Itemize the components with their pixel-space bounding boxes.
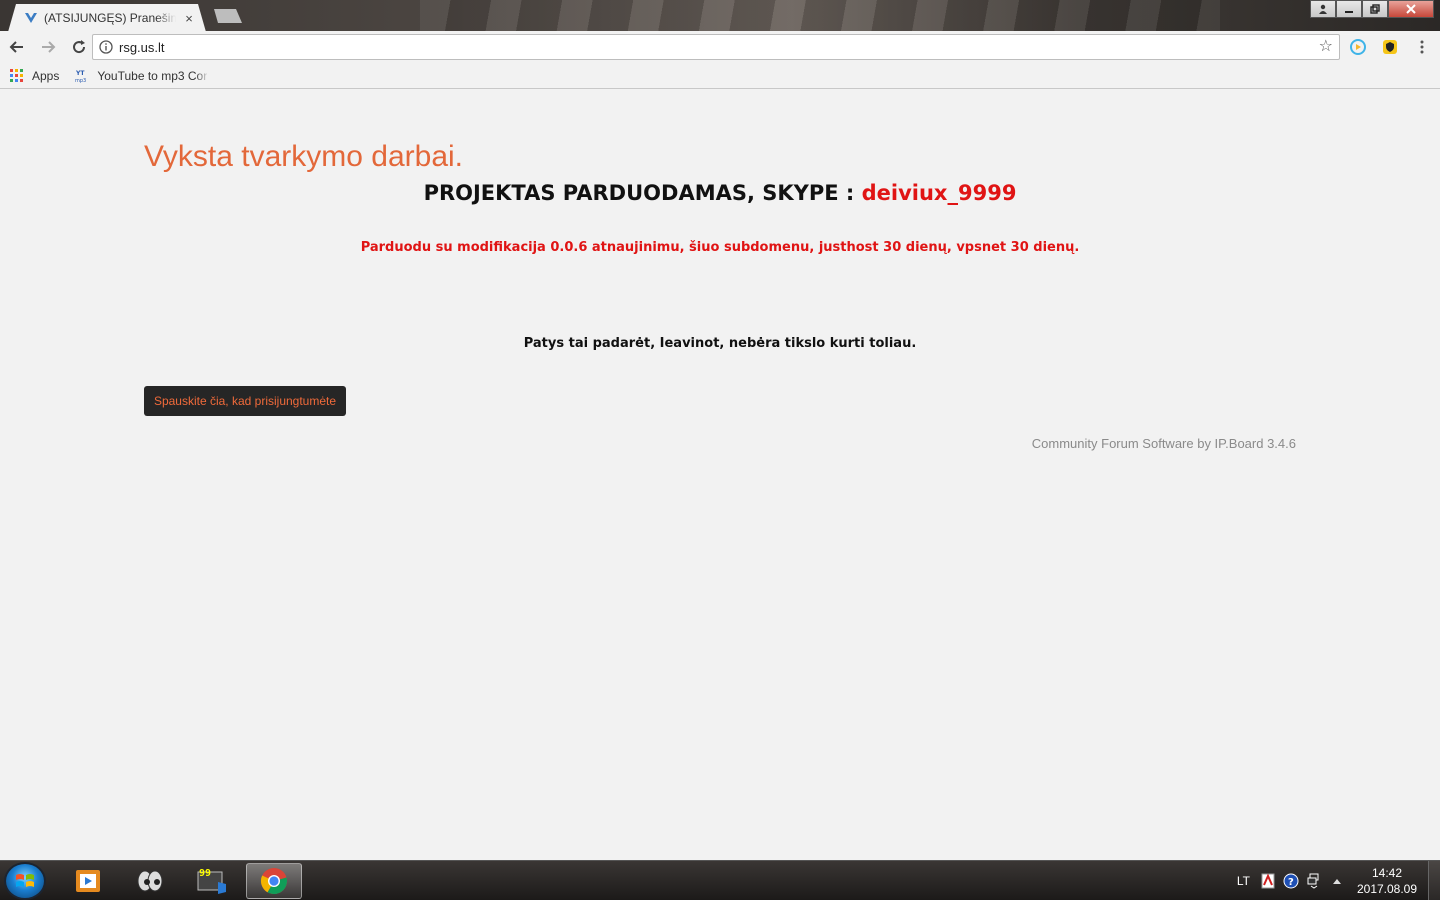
- chrome-icon: [260, 868, 287, 895]
- back-button[interactable]: [3, 33, 31, 61]
- svg-text:YT: YT: [75, 70, 85, 77]
- browser-toolbar: rsg.us.lt ☆: [0, 31, 1440, 63]
- project-for-sale-line: PROJEKTAS PARDUODAMAS, SKYPE : deiviux_9…: [0, 181, 1440, 205]
- windows-taskbar: 99 LT ? 14:42 2017.08.09: [0, 860, 1440, 900]
- taskbar-chrome[interactable]: [246, 863, 302, 899]
- window-controls: [1310, 0, 1434, 18]
- close-window-icon[interactable]: [1388, 0, 1434, 18]
- new-tab-button[interactable]: [214, 9, 242, 23]
- extension-shield-icon[interactable]: [1380, 37, 1400, 57]
- reload-button[interactable]: [65, 33, 93, 61]
- windows-logo-icon: [16, 874, 34, 887]
- bookmark-youtube-mp3[interactable]: YT mp3 YouTube to mp3 Cor: [75, 69, 209, 83]
- extension-play-icon[interactable]: [1348, 37, 1368, 57]
- svg-text:mp3: mp3: [75, 78, 86, 83]
- media-player-icon: [76, 870, 100, 892]
- clock-date: 2017.08.09: [1356, 882, 1418, 896]
- help-tray-icon[interactable]: ?: [1283, 873, 1299, 889]
- url-text[interactable]: rsg.us.lt: [119, 40, 165, 55]
- project-for-sale-text: PROJEKTAS PARDUODAMAS, SKYPE :: [423, 181, 862, 205]
- bookmarks-bar: Apps YT mp3 YouTube to mp3 Cor: [0, 63, 1440, 89]
- restore-icon[interactable]: [1362, 0, 1388, 18]
- bookmark-youtube-mp3-label: YouTube to mp3 Cor: [97, 68, 208, 83]
- yt-mp3-icon: YT mp3: [75, 69, 89, 83]
- skype-name: deiviux_9999: [861, 181, 1017, 205]
- taskbar-app-eyes[interactable]: [122, 863, 178, 899]
- system-tray: LT ? 14:42 2017.08.09: [1237, 861, 1440, 900]
- apps-grid-icon: [10, 68, 24, 83]
- eyes-app-icon: [137, 870, 163, 892]
- minimize-icon[interactable]: [1336, 0, 1362, 18]
- language-indicator[interactable]: LT: [1237, 874, 1250, 888]
- reload-icon: [73, 40, 86, 54]
- closing-message-text: Patys tai padarėt, Ieavinot, nebėra tiks…: [523, 336, 917, 351]
- site-info-icon[interactable]: [93, 35, 119, 59]
- tab-close-icon[interactable]: ×: [182, 11, 196, 26]
- show-desktop-button[interactable]: [1428, 861, 1440, 900]
- forward-button[interactable]: [34, 33, 62, 61]
- bookmark-apps[interactable]: Apps: [10, 68, 60, 83]
- pdf-tray-icon[interactable]: [1260, 873, 1276, 889]
- browser-tab-strip: (ATSIJUNGĘS) Pranešima ×: [0, 0, 1440, 31]
- svg-text:99: 99: [199, 868, 211, 879]
- forum-favicon-icon: [24, 11, 38, 25]
- maintenance-heading: Vyksta tvarkymo darbai.: [144, 140, 463, 173]
- page-content: Vyksta tvarkymo darbai. PROJEKTAS PARDUO…: [0, 90, 1440, 860]
- forward-arrow-icon: [42, 41, 56, 53]
- monitor-app-icon: 99: [197, 868, 226, 894]
- sale-details-text: Parduodu su modifikacija 0.0.6 atnaujini…: [360, 240, 1080, 255]
- start-button[interactable]: [4, 862, 46, 900]
- svg-text:?: ?: [1288, 877, 1294, 888]
- footer-credit-link[interactable]: Community Forum Software by IP.Board 3.4…: [1032, 436, 1296, 451]
- network-tray-icon[interactable]: [1306, 873, 1322, 889]
- taskbar-clock[interactable]: 14:42 2017.08.09: [1352, 865, 1422, 897]
- login-button[interactable]: Spauskite čia, kad prisijungtumėte: [144, 386, 346, 416]
- bookmark-apps-label: Apps: [32, 68, 60, 83]
- taskbar-app-99[interactable]: 99: [184, 863, 240, 899]
- browser-tab-active[interactable]: (ATSIJUNGĘS) Pranešima ×: [8, 4, 206, 31]
- browser-menu-icon[interactable]: [1412, 37, 1432, 57]
- address-bar[interactable]: rsg.us.lt ☆: [92, 34, 1340, 60]
- show-hidden-icons-icon[interactable]: [1329, 873, 1345, 889]
- taskbar-media-player[interactable]: [60, 863, 116, 899]
- profile-icon[interactable]: [1310, 0, 1336, 18]
- bookmark-star-icon[interactable]: ☆: [1319, 38, 1333, 56]
- back-arrow-icon: [9, 41, 23, 53]
- clock-time: 14:42: [1371, 866, 1403, 880]
- tab-title: (ATSIJUNGĘS) Pranešima: [44, 11, 176, 25]
